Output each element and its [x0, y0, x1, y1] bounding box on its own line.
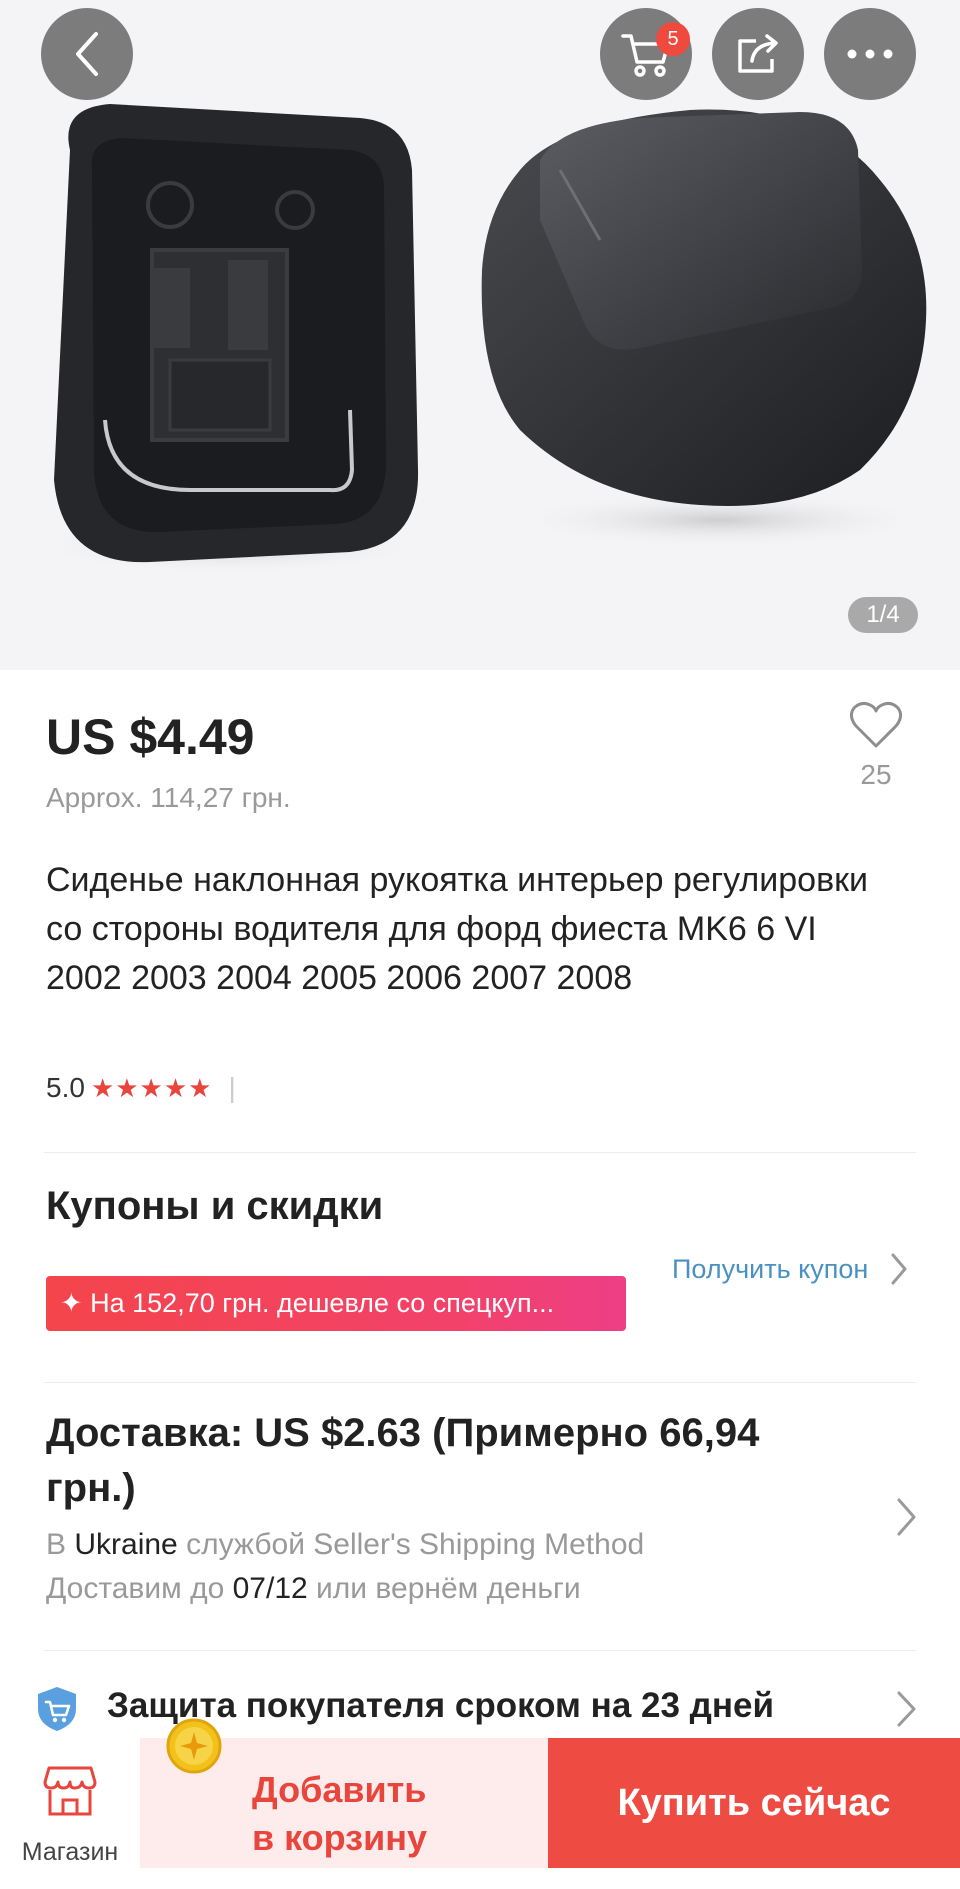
back-arrow-icon	[76, 32, 98, 76]
chevron-right-icon	[897, 1691, 916, 1727]
rating-value: 5.0	[46, 1072, 85, 1103]
product-title: Сиденье наклонная рукоятка интерьер регу…	[46, 861, 868, 997]
more-icon	[847, 49, 893, 59]
add-to-cart-label-line1: Добавить	[252, 1769, 427, 1810]
product-price: US $4.49	[46, 709, 255, 765]
store-icon	[43, 1766, 97, 1816]
delivery-prefix: Доставим до	[46, 1572, 225, 1605]
get-coupon-label: Получить купон	[672, 1253, 869, 1284]
chevron-right-icon	[891, 1253, 907, 1285]
approx-price: Approx. 114,27 грн.	[46, 782, 291, 813]
delivery-suffix: или вернём деньги	[316, 1572, 581, 1605]
delivery-guarantee-line: Доставим до 07/12 или вернём деньги	[46, 1572, 581, 1606]
coupons-heading: Купоны и скидки	[46, 1184, 384, 1228]
share-icon	[738, 34, 778, 73]
cart-button[interactable]: 5	[600, 8, 692, 100]
product-gallery[interactable]: 5 1/4	[0, 0, 960, 670]
store-button[interactable]: Магазин	[0, 1736, 140, 1876]
shipping-title: Доставка: US $2.63 (Примерно 66,94 грн.)	[46, 1411, 760, 1510]
wishlist-button[interactable]: 25	[846, 700, 906, 791]
shipping-method-line: В Ukraine службой Seller's Shipping Meth…	[46, 1528, 644, 1562]
product-photo	[30, 104, 935, 575]
add-to-cart-label-line2: в корзину	[252, 1817, 427, 1858]
buy-now-button[interactable]: Купить сейчас	[548, 1738, 960, 1868]
divider	[44, 1152, 916, 1153]
more-button[interactable]	[824, 8, 916, 100]
delivery-date: 07/12	[232, 1572, 308, 1605]
coin-icon[interactable]	[166, 1718, 222, 1774]
chevron-right-icon	[897, 1498, 916, 1536]
shipping-country: Ukraine	[74, 1528, 178, 1561]
wishlist-count: 25	[860, 759, 892, 790]
cart-count-badge: 5	[656, 22, 690, 56]
divider	[44, 1382, 916, 1383]
shield-cart-icon	[38, 1687, 76, 1731]
store-label: Магазин	[21, 1838, 119, 1866]
bottom-action-bar: Магазин Добавить в корзину Купить сейчас	[0, 1736, 960, 1889]
rating-row[interactable]: 5.0 ★★★★★ |	[46, 1072, 236, 1104]
back-button[interactable]	[41, 8, 133, 100]
rating-separator: |	[228, 1072, 236, 1103]
heart-icon	[849, 701, 903, 748]
shipping-line1-prefix: В	[46, 1528, 67, 1561]
divider	[44, 1650, 916, 1651]
get-coupon-link[interactable]: Получить купон	[672, 1252, 908, 1286]
rating-stars: ★★★★★	[90, 1072, 213, 1103]
shipping-method: службой Seller's Shipping Method	[186, 1528, 645, 1561]
share-button[interactable]	[712, 8, 804, 100]
image-page-indicator: 1/4	[848, 597, 918, 633]
coupon-banner[interactable]: ✦ На 152,70 грн. дешевле со спецкуп...	[46, 1276, 626, 1331]
